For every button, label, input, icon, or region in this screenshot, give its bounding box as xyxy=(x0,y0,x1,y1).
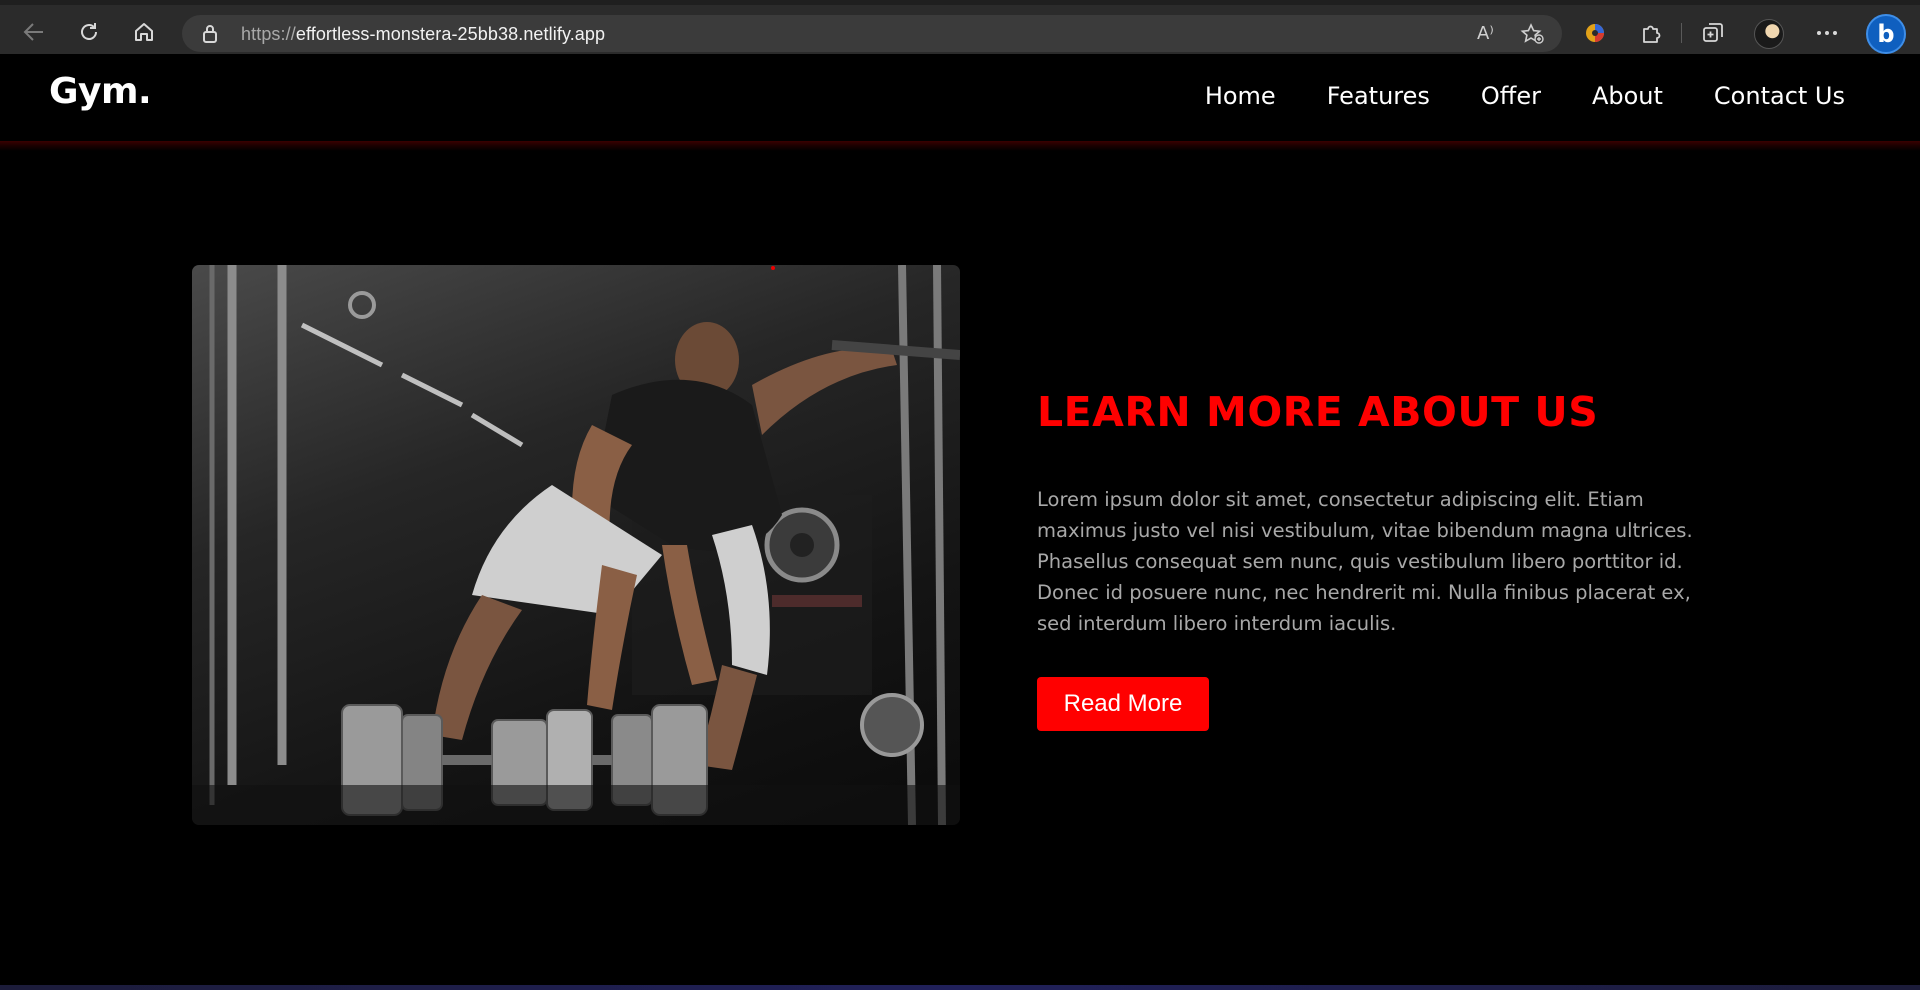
more-menu-button[interactable] xyxy=(1810,16,1844,50)
nav-link-features[interactable]: Features xyxy=(1327,82,1430,110)
read-more-button[interactable]: Read More xyxy=(1037,677,1209,731)
reload-button[interactable] xyxy=(72,15,106,49)
home-button[interactable] xyxy=(127,15,161,49)
site-logo[interactable]: Gym. xyxy=(49,71,152,112)
bing-copilot-icon[interactable]: b xyxy=(1866,14,1906,54)
browser-toolbar: https://effortless-monstera-25bb38.netli… xyxy=(0,0,1920,54)
taskbar-edge xyxy=(0,985,1920,990)
collections-button[interactable] xyxy=(1696,16,1730,50)
read-aloud-icon[interactable]: A⁾ xyxy=(1477,23,1494,44)
site-header: Gym. Home Features Offer About Contact U… xyxy=(0,54,1920,142)
nav-link-about[interactable]: About xyxy=(1592,82,1663,110)
back-button[interactable] xyxy=(17,15,51,49)
about-heading: LEARN MORE ABOUT US xyxy=(1037,388,1599,436)
lock-icon xyxy=(203,25,217,43)
add-favorite-icon[interactable] xyxy=(1520,23,1544,45)
extension-button-1[interactable] xyxy=(1578,16,1612,50)
url-protocol: https:// xyxy=(241,24,296,44)
reload-icon xyxy=(81,23,97,40)
url-host: effortless-monstera-25bb38.netlify.app xyxy=(295,24,606,44)
collections-icon xyxy=(1703,23,1723,42)
profile-avatar[interactable] xyxy=(1754,19,1784,49)
color-extension-icon xyxy=(1586,24,1604,42)
extensions-button[interactable] xyxy=(1634,16,1668,50)
home-icon xyxy=(135,23,153,41)
header-red-glow xyxy=(0,141,1920,151)
gym-bodybuilder-photo xyxy=(192,265,960,825)
puzzle-icon xyxy=(1643,25,1661,43)
bing-letter: b xyxy=(1877,20,1895,48)
toolbar-divider xyxy=(1681,23,1682,43)
nav-link-home[interactable]: Home xyxy=(1205,82,1276,110)
decorative-red-dot xyxy=(771,266,775,270)
ellipsis-icon xyxy=(1817,31,1837,35)
address-bar[interactable]: https://effortless-monstera-25bb38.netli… xyxy=(182,15,1562,52)
nav-link-contact[interactable]: Contact Us xyxy=(1714,82,1845,110)
url-text: https://effortless-monstera-25bb38.netli… xyxy=(241,24,605,45)
back-arrow-icon xyxy=(23,23,43,41)
nav-link-offer[interactable]: Offer xyxy=(1481,82,1541,110)
about-paragraph: Lorem ipsum dolor sit amet, consectetur … xyxy=(1037,488,1693,635)
main-nav: Home Features Offer About Contact Us xyxy=(1205,82,1845,110)
